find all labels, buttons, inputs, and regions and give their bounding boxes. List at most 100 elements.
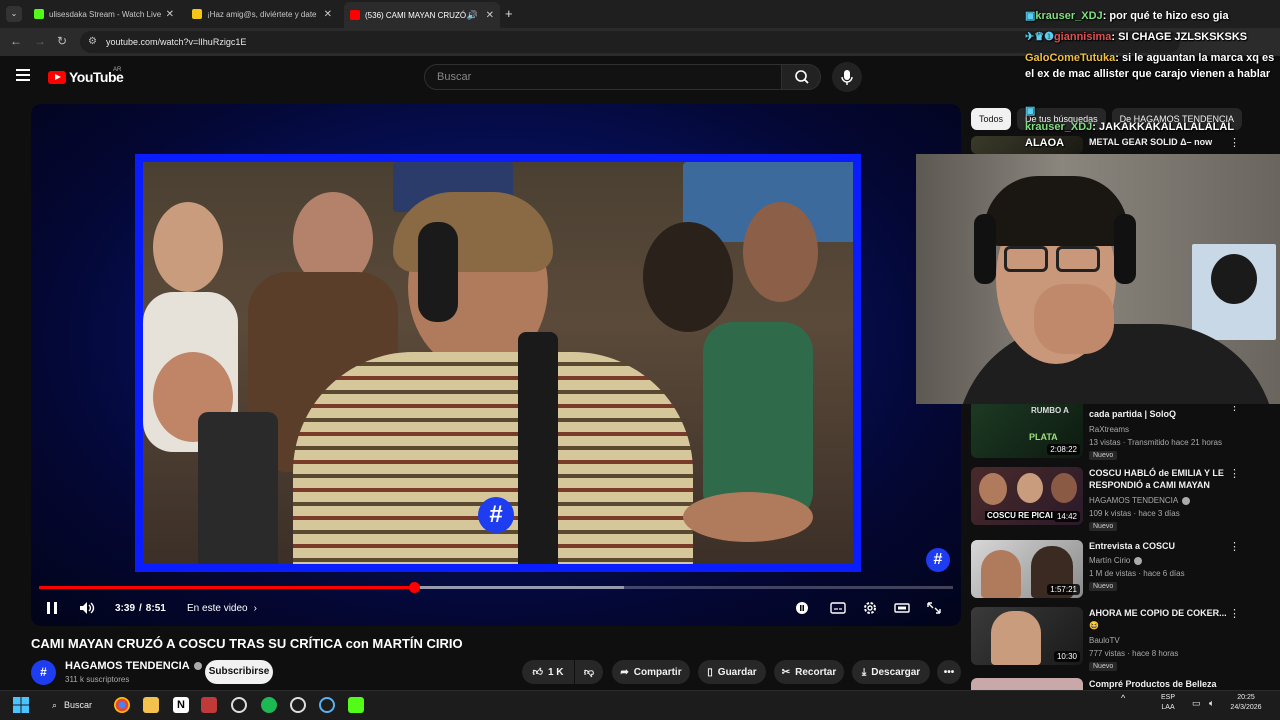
tab-title: ¡Haz amig@s, diviértete y date	[207, 9, 317, 19]
download-button[interactable]: ⤓ Descargar	[852, 660, 930, 684]
recommended-video[interactable]: COSCU RE PICAI 14:42 COSCU HABLÓ de EMIL…	[971, 467, 1271, 531]
channel-avatar[interactable]: #	[31, 660, 56, 685]
recommended-video[interactable]: 1:57:21 Entrevista a COSCU Martín Cirio …	[971, 540, 1271, 600]
more-vertical-icon[interactable]: ⋮	[1229, 607, 1240, 620]
tumbler-cup	[198, 412, 278, 564]
rec-channel[interactable]: RaXtreams	[1089, 425, 1129, 434]
settings-gear-icon[interactable]	[862, 601, 878, 615]
recommended-video[interactable]: RUMBO A PLATA 2:08:22 cada partida | Sol…	[971, 400, 1271, 460]
more-vertical-icon[interactable]: ⋮	[1229, 540, 1240, 553]
kick-icon[interactable]	[348, 697, 364, 713]
browser-tab[interactable]: ulisesdaka Stream - Watch Live ✕	[28, 4, 180, 24]
like-count: 1 K	[547, 666, 564, 678]
rec-title[interactable]: cada partida | SoloQ	[1089, 408, 1239, 420]
tray-overflow-icon[interactable]: ^	[1121, 693, 1125, 703]
file-explorer-icon[interactable]	[143, 697, 159, 713]
volume-tray-icon[interactable]: 🔈︎	[1209, 693, 1214, 713]
rec-meta: 1 M de vistas · hace 6 días	[1089, 569, 1185, 578]
tab-title: ulisesdaka Stream - Watch Live	[49, 9, 162, 19]
chip-all[interactable]: Todos	[971, 108, 1012, 130]
chrome-icon[interactable]	[114, 697, 130, 713]
lang-bottom: LAA	[1161, 704, 1175, 711]
tab-search-icon[interactable]: ⌄	[6, 6, 22, 22]
save-button[interactable]: ▯ Guardar	[698, 660, 766, 684]
thumbnail-text: COSCU RE PICAI	[985, 511, 1055, 520]
verified-badge-icon	[1134, 556, 1143, 565]
app-icon[interactable]	[319, 697, 335, 713]
new-badge: Nuevo	[1089, 522, 1118, 531]
close-tab-icon[interactable]: ✕	[486, 10, 494, 21]
rec-title[interactable]: Entrevista a COSCU	[1089, 540, 1239, 552]
video-player[interactable]: # # 3:39 / 8:51 En este video ›	[31, 104, 961, 626]
video-thumbnail[interactable]: 10:30	[971, 607, 1083, 665]
subtitles-icon[interactable]	[830, 601, 846, 615]
openai-icon[interactable]	[231, 697, 247, 713]
search-input[interactable]: Buscar	[424, 64, 782, 90]
branding-watermark[interactable]: #	[926, 548, 950, 572]
clip-label: Recortar	[795, 666, 837, 678]
notion-icon[interactable]: N	[173, 697, 189, 713]
like-button[interactable]: 👍︎ 1 K	[522, 660, 574, 684]
video-thumbnail[interactable]: RUMBO A PLATA 2:08:22	[971, 400, 1083, 458]
progress-scrubber[interactable]	[408, 582, 420, 593]
github-icon[interactable]	[290, 697, 306, 713]
video-thumbnail[interactable]	[971, 678, 1083, 690]
dislike-button[interactable]: 👎︎	[575, 660, 603, 684]
share-arrow-icon: ➦	[620, 666, 629, 678]
browser-tab-active[interactable]: (536) CAMI MAYAN CRUZÓ 🔊 ✕	[344, 2, 500, 28]
video-thumbnail[interactable]: 1:57:21	[971, 540, 1083, 598]
rec-title[interactable]: AHORA ME COPIO DE COKER...	[1089, 607, 1239, 619]
rec-channel[interactable]: Martín Cirio	[1089, 556, 1143, 565]
clock[interactable]: 20:25 24/3/2026	[1225, 693, 1267, 713]
chapters-button[interactable]: En este video ›	[187, 599, 257, 617]
close-tab-icon[interactable]: ✕	[324, 9, 332, 20]
reload-icon[interactable]: ↻	[57, 34, 67, 48]
menu-icon[interactable]	[16, 69, 30, 81]
autoplay-toggle-icon[interactable]	[794, 601, 810, 615]
windows-start-icon[interactable]	[13, 697, 29, 713]
clip-button[interactable]: ✂ Recortar	[774, 660, 844, 684]
time-current: 3:39	[115, 602, 136, 614]
thumbs-down-icon: 👎︎	[583, 667, 595, 678]
chat-message: ▣krauser_XDJ: por qué te hizo eso gia	[1025, 10, 1229, 22]
recommended-video[interactable]: Compré Productos de Belleza	[971, 678, 1271, 690]
close-tab-icon[interactable]: ✕	[166, 9, 174, 20]
more-actions-button[interactable]: •••	[937, 660, 961, 684]
video-thumbnail[interactable]: COSCU RE PICAI 14:42	[971, 467, 1083, 525]
new-tab-icon[interactable]: +	[505, 6, 513, 21]
rec-channel[interactable]: BauloTV	[1089, 636, 1120, 645]
subscribe-button[interactable]: Subscribirse	[205, 660, 273, 684]
fullscreen-icon[interactable]	[926, 601, 942, 615]
rec-channel[interactable]: HAGAMOS TENDENCIA	[1089, 496, 1191, 505]
download-label: Descargar	[871, 666, 921, 678]
recommended-video[interactable]: 10:30 AHORA ME COPIO DE COKER... 😆 Baulo…	[971, 607, 1271, 671]
theater-mode-icon[interactable]	[894, 601, 910, 615]
channel-watermark-logo: #	[478, 497, 514, 533]
app-icon[interactable]	[201, 697, 217, 713]
browser-tab[interactable]: ¡Haz amig@s, diviértete y date ✕	[186, 4, 338, 24]
clock-date: 24/3/2026	[1230, 704, 1262, 711]
search-button[interactable]	[781, 64, 821, 90]
video-duration: 1:57:21	[1047, 584, 1080, 595]
network-icon[interactable]: ▭	[1192, 693, 1201, 713]
channel-name-link[interactable]: HAGAMOS TENDENCIA	[65, 660, 202, 672]
site-info-icon[interactable]: ⚙	[88, 31, 97, 53]
url-field[interactable]: ⚙ youtube.com/watch?v=lIhuRzigc1E	[80, 31, 1180, 53]
more-vertical-icon[interactable]: ⋮	[1229, 467, 1240, 480]
pause-icon[interactable]	[44, 601, 60, 615]
back-icon[interactable]: ←	[10, 34, 22, 48]
taskbar-search[interactable]: ⌕ Buscar	[44, 696, 104, 714]
screen: ⌄ ulisesdaka Stream - Watch Live ✕ ¡Haz …	[0, 0, 1280, 720]
progress-bar[interactable]	[39, 582, 953, 593]
share-button[interactable]: ➦ Compartir	[612, 660, 690, 684]
volume-icon[interactable]	[79, 601, 95, 615]
audio-playing-icon[interactable]: 🔊	[467, 10, 478, 21]
forward-icon[interactable]: →	[34, 34, 46, 48]
spotify-icon[interactable]	[261, 697, 277, 713]
user-badge-icon: ▣	[1025, 10, 1036, 22]
language-indicator[interactable]: ESP LAA	[1161, 693, 1175, 713]
taskbar-search-label: Buscar	[64, 700, 93, 710]
rec-title[interactable]: Compré Productos de Belleza	[1089, 678, 1239, 690]
voice-search-button[interactable]	[832, 62, 862, 92]
rec-title[interactable]: COSCU HABLÓ de EMILIA Y LE RESPONDIÓ a C…	[1089, 467, 1239, 491]
